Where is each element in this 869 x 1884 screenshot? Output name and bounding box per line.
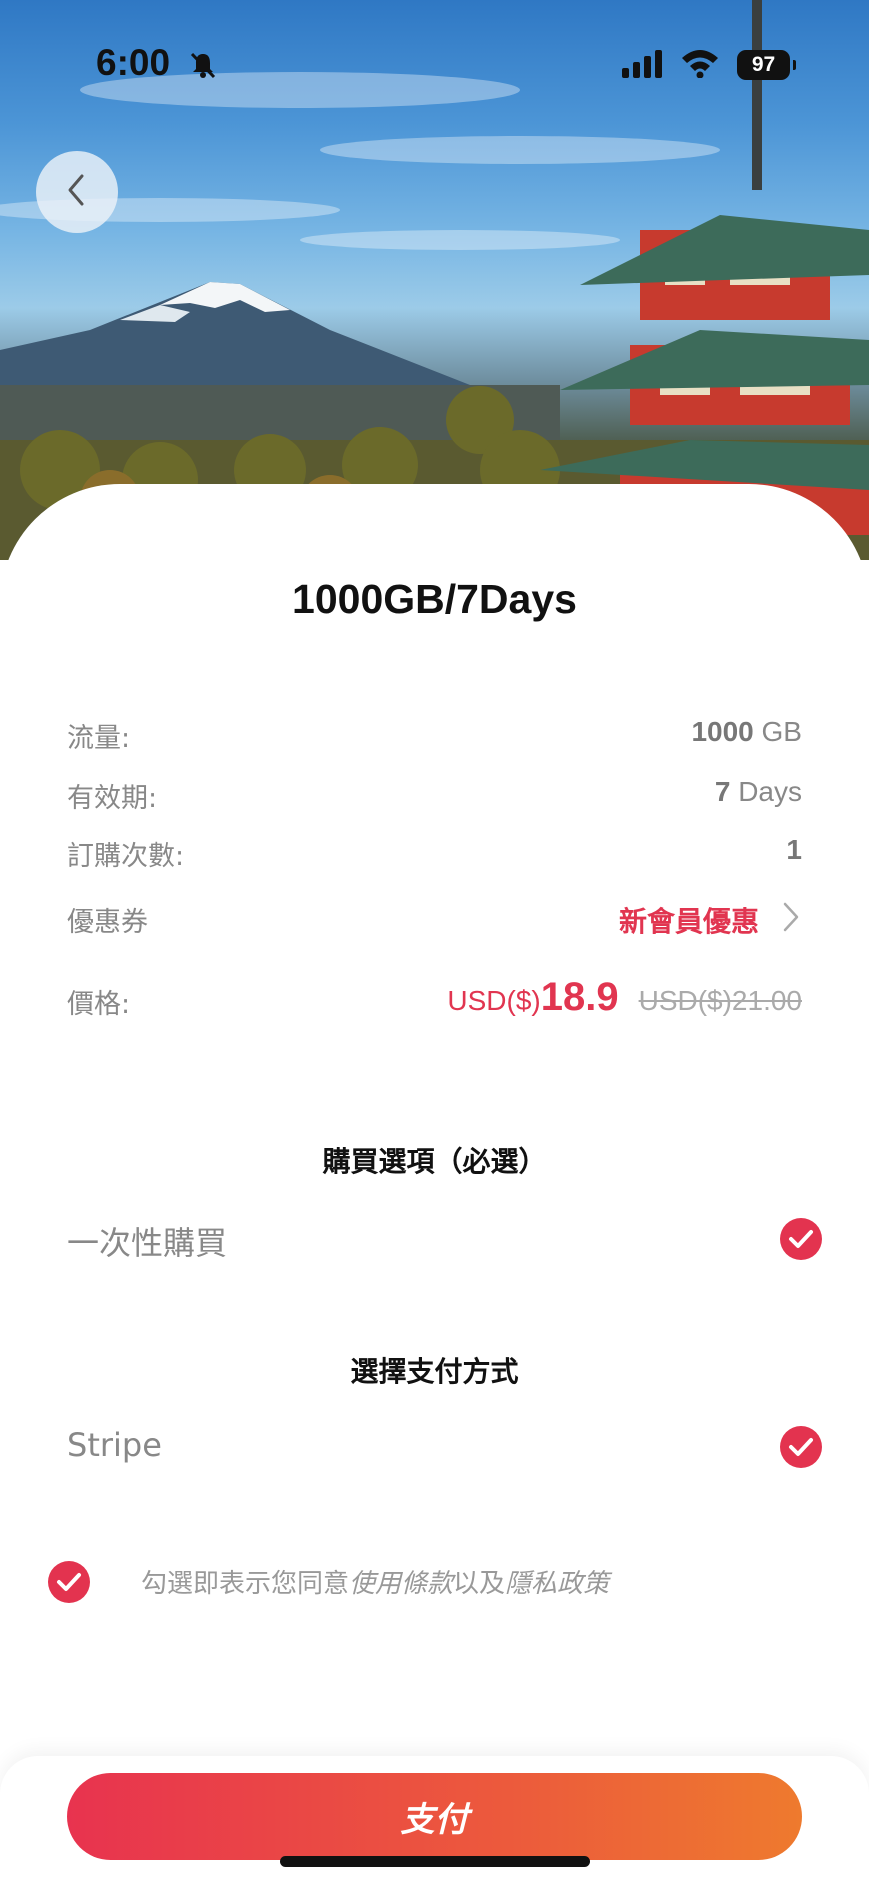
home-indicator	[280, 1856, 590, 1867]
price-original: USD($)21.00	[638, 985, 802, 1016]
chevron-right-icon[interactable]	[781, 900, 801, 938]
product-title: 1000GB/7Days	[292, 576, 577, 622]
data-label: 流量:	[67, 723, 131, 754]
validity-label: 有效期:	[67, 783, 158, 814]
price-label: 價格:	[67, 989, 131, 1020]
quantity-value: 1	[786, 834, 802, 866]
chevron-left-icon	[64, 172, 90, 212]
data-unit: GB	[761, 716, 802, 747]
price-amount: 18.9	[540, 975, 619, 1019]
data-value: 1000 GB	[691, 716, 802, 748]
back-button[interactable]	[36, 151, 118, 233]
validity-amount: 7	[714, 776, 731, 807]
bell-slash-icon	[188, 50, 218, 84]
validity-unit: Days	[738, 776, 802, 807]
detail-sheet	[0, 484, 869, 1884]
purchase-option-label[interactable]: 一次性購買	[67, 1218, 227, 1264]
wifi-icon	[680, 48, 720, 82]
terms-checkbox[interactable]	[48, 1561, 90, 1603]
purchase-option-title: 購買選項（必選）	[322, 1145, 547, 1178]
terms-link[interactable]: 使用條款	[349, 1569, 453, 1599]
coupon-label: 優惠券	[67, 907, 148, 938]
coupon-selector[interactable]: 新會員優惠	[619, 900, 759, 940]
hero-image	[0, 0, 869, 560]
terms-text: 勾選即表示您同意使用條款以及隱私政策	[141, 1563, 609, 1600]
check-circle-icon[interactable]	[780, 1218, 822, 1260]
privacy-link[interactable]: 隱私政策	[505, 1569, 609, 1599]
check-circle-icon[interactable]	[780, 1426, 822, 1468]
quantity-label: 訂購次數:	[67, 841, 185, 872]
terms-prefix: 勾選即表示您同意	[141, 1569, 350, 1599]
payment-method-label[interactable]: Stripe	[67, 1426, 162, 1464]
battery-indicator: 97	[737, 50, 796, 80]
pay-button[interactable]: 支付	[67, 1773, 802, 1860]
price-value: USD($) 18.9 USD($)21.00	[447, 975, 802, 1020]
validity-value: 7 Days	[715, 776, 802, 808]
price-currency: USD($)	[447, 985, 541, 1016]
hero-illustration	[0, 0, 869, 560]
signal-icon	[622, 50, 666, 82]
terms-conjunction: 以及	[453, 1569, 506, 1599]
status-time: 6:00	[96, 42, 171, 83]
data-amount: 1000	[691, 716, 754, 747]
quantity-amount: 1	[786, 834, 802, 865]
payment-method-title: 選擇支付方式	[350, 1355, 519, 1388]
